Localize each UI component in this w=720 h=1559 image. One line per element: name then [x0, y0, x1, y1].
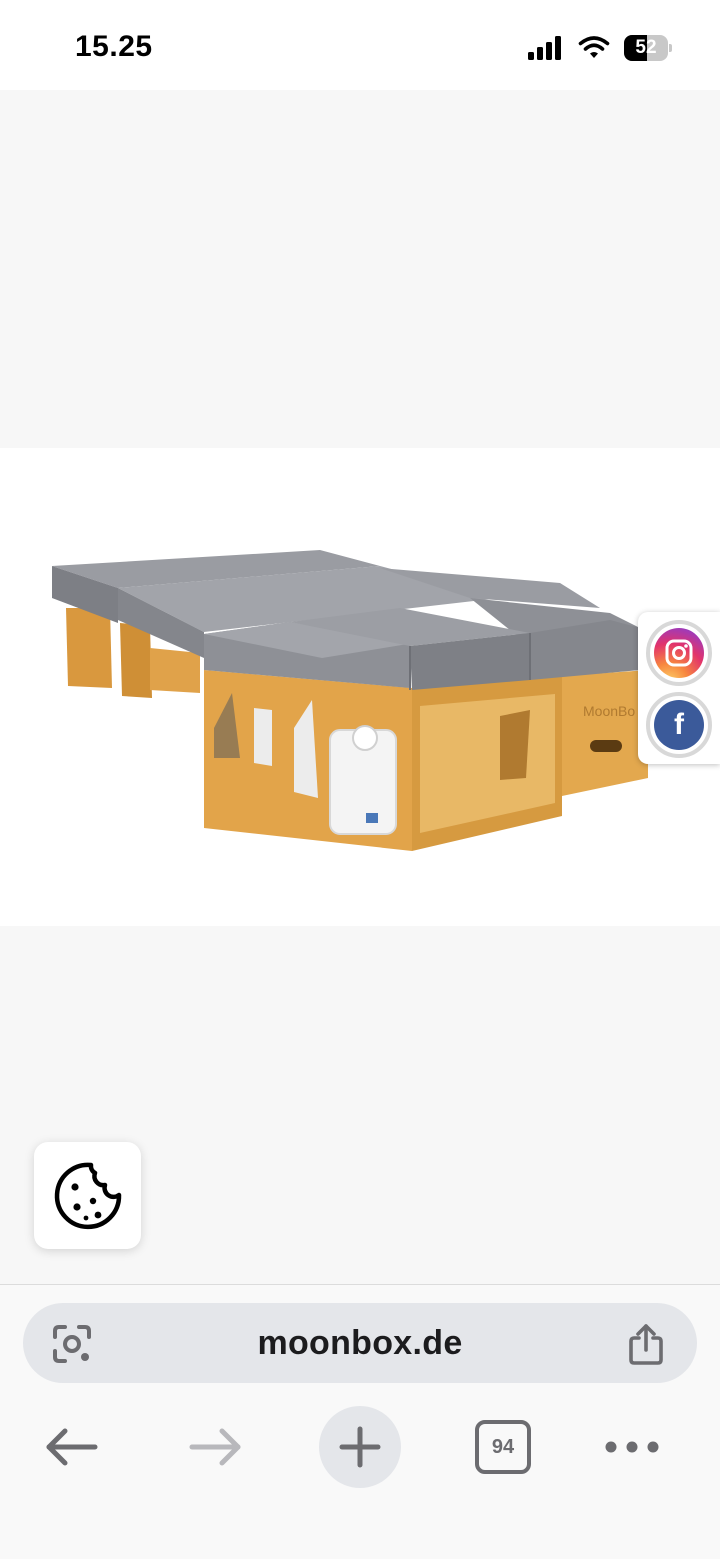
brand-mark: MoonBo	[583, 703, 635, 719]
bed-box-illustration: MoonBo	[52, 550, 648, 851]
browser-navigation-bar: 94	[0, 1405, 720, 1489]
back-button[interactable]	[38, 1405, 104, 1489]
cellular-signal-icon	[528, 36, 561, 60]
back-arrow-icon	[46, 1428, 98, 1466]
status-icons: 52	[528, 33, 672, 63]
instagram-icon	[654, 628, 704, 678]
status-bar: 15.25 52	[0, 0, 720, 90]
product-image[interactable]: MoonBo	[0, 448, 720, 926]
social-links-panel: f	[638, 612, 720, 764]
tab-count: 94	[491, 1435, 515, 1458]
cookie-icon	[54, 1162, 121, 1229]
forward-button[interactable]	[183, 1405, 249, 1489]
wifi-icon	[578, 36, 610, 58]
cookie-settings-button[interactable]	[34, 1142, 141, 1249]
more-icon	[605, 1441, 659, 1453]
address-bar[interactable]: moonbox.de	[23, 1303, 697, 1383]
web-content: MoonBo f	[0, 90, 720, 1284]
facebook-button[interactable]: f	[646, 692, 712, 758]
tabs-button[interactable]: 94	[474, 1405, 532, 1489]
plus-icon	[339, 1426, 381, 1468]
battery-level: 52	[635, 37, 657, 58]
forward-arrow-icon	[189, 1428, 241, 1466]
instagram-button[interactable]	[646, 620, 712, 686]
url-text[interactable]: moonbox.de	[23, 1303, 697, 1383]
battery-icon: 52	[624, 35, 672, 61]
facebook-icon: f	[654, 700, 704, 750]
status-time: 15.25	[75, 30, 153, 63]
share-icon[interactable]	[625, 1323, 667, 1365]
new-tab-button[interactable]	[319, 1405, 401, 1489]
browser-toolbar-area: moonbox.de 94	[0, 1284, 720, 1559]
tabs-icon: 94	[475, 1420, 531, 1474]
more-button[interactable]	[600, 1405, 664, 1489]
browser-page: 15.25 52 MoonBo f moonbox.de 94	[0, 0, 720, 1559]
